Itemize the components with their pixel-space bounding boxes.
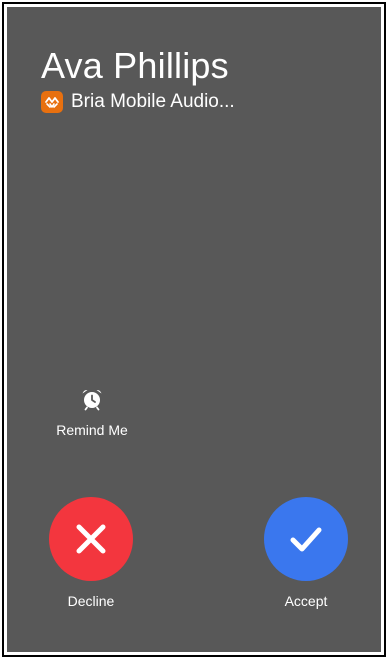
x-icon (76, 524, 106, 554)
decline-button[interactable] (49, 497, 133, 581)
incoming-call-screen: Ava Phillips Bria Mobile Audio... Remind… (7, 7, 381, 652)
calling-app-name: Bria Mobile Audio... (71, 91, 235, 112)
calling-app-row: Bria Mobile Audio... (41, 91, 235, 113)
alarm-clock-icon (82, 389, 102, 411)
decline-label: Decline (67, 593, 115, 609)
accept-label: Accept (284, 593, 328, 609)
checkmark-icon (290, 527, 322, 552)
accept-call: Accept (251, 497, 361, 609)
remind-me-button[interactable]: Remind Me (47, 387, 137, 438)
accept-button[interactable] (264, 497, 348, 581)
decline-call: Decline (36, 497, 146, 609)
remind-me-label: Remind Me (56, 422, 128, 438)
bria-app-icon (41, 91, 63, 113)
caller-name: Ava Phillips (41, 45, 229, 86)
